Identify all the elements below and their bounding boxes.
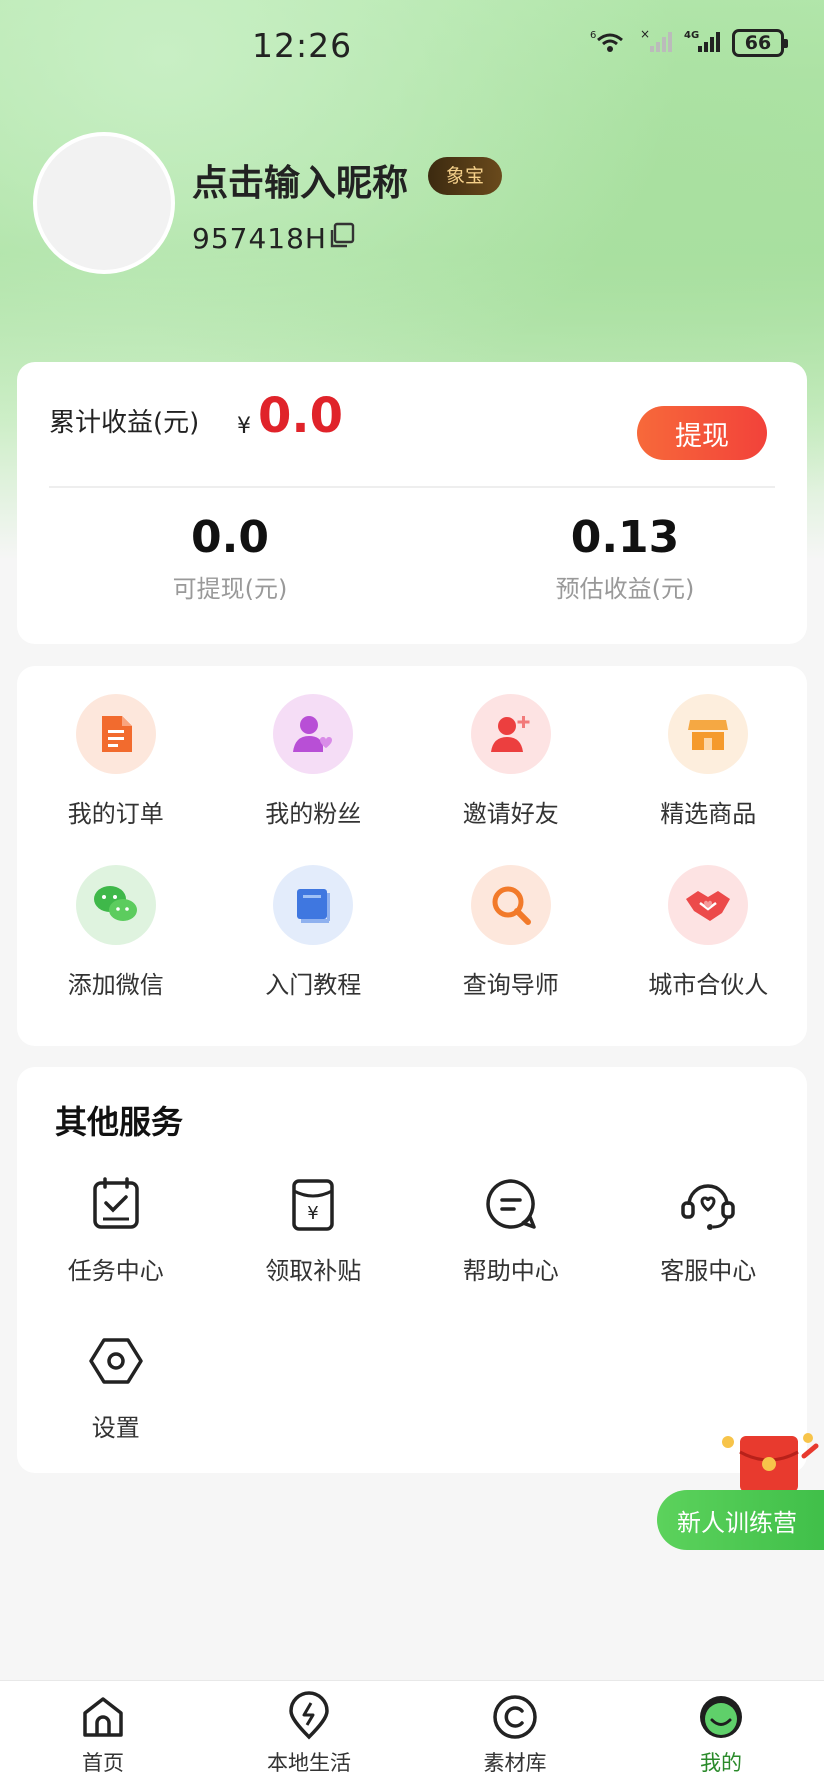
order-icon (75, 694, 156, 774)
nav-local-life[interactable]: 本地生活 (206, 1681, 412, 1784)
wifi-icon: 6 (590, 28, 630, 58)
nav-label: 首页 (82, 1751, 124, 1775)
nickname[interactable]: 点击输入昵称 (192, 154, 408, 206)
grid-item-label: 我的粉丝 (265, 800, 362, 828)
copy-icon[interactable] (327, 222, 355, 250)
grid-item-wechat[interactable]: 添加微信 (17, 865, 215, 1000)
stat-label: 可提现(元) (172, 575, 288, 603)
nav-home[interactable]: 首页 (0, 1681, 206, 1784)
service-label: 客服中心 (660, 1257, 757, 1285)
fans-icon (273, 694, 354, 774)
currency-symbol: ¥ (237, 414, 251, 439)
grid-item-label: 添加微信 (67, 971, 164, 999)
help-icon (486, 1179, 536, 1229)
grid-item-label: 精选商品 (660, 800, 757, 828)
other-services-card: 其他服务 任务中心 ¥ 领取补贴 帮助中心 客服中心 设置 (17, 1067, 807, 1473)
nav-profile[interactable]: 我的 (618, 1681, 824, 1784)
service-subsidy[interactable]: ¥ 领取补贴 (215, 1173, 413, 1286)
nav-label: 我的 (700, 1751, 742, 1775)
shop-icon (668, 694, 749, 774)
nav-label: 素材库 (483, 1751, 547, 1775)
estimated-earnings-stat[interactable]: 0.13 预估收益(元) (495, 512, 755, 604)
grid-item-fans[interactable]: 我的粉丝 (215, 694, 413, 829)
service-label: 设置 (91, 1414, 140, 1442)
task-icon (93, 1177, 139, 1229)
materials-icon (493, 1695, 537, 1739)
book-icon (273, 865, 354, 945)
grid-item-mentor[interactable]: 查询导师 (412, 865, 610, 1000)
grid-item-tutorial[interactable]: 入门教程 (215, 865, 413, 1000)
search-icon (470, 865, 551, 945)
handshake-icon (668, 865, 749, 945)
nav-materials[interactable]: 素材库 (412, 1681, 618, 1784)
service-label: 帮助中心 (462, 1257, 559, 1285)
profile-icon (700, 1696, 742, 1738)
battery-indicator: 66 (732, 29, 788, 57)
grid-item-label: 我的订单 (67, 800, 164, 828)
nav-label: 本地生活 (267, 1751, 351, 1775)
service-customer-support[interactable]: 客服中心 (610, 1173, 808, 1286)
grid-item-label: 入门教程 (265, 971, 362, 999)
member-badge: 象宝 (428, 157, 503, 195)
grid-item-orders[interactable]: 我的订单 (17, 694, 215, 829)
wechat-icon (75, 865, 156, 945)
section-title: 其他服务 (55, 1103, 184, 1141)
divider (49, 486, 775, 488)
stat-value: 0.0 (191, 512, 269, 563)
status-icons: 6 × 4G 66 (590, 27, 788, 58)
grid-item-partner[interactable]: 城市合伙人 (610, 865, 808, 1000)
svg-text:×: × (640, 28, 650, 41)
service-label: 领取补贴 (265, 1257, 362, 1285)
earnings-total: 0.0 (258, 388, 344, 444)
feature-grid-card: 我的订单 我的粉丝 邀请好友 精选商品 添加微信 入门教程 查询导师 城市合伙人 (17, 666, 807, 1046)
earnings-card: 累计收益(元) ¥ 0.0 提现 0.0 可提现(元) 0.13 预估收益(元) (17, 362, 807, 644)
earnings-label: 累计收益(元) (49, 408, 200, 438)
user-id: 957418H (192, 222, 327, 255)
grid-item-invite[interactable]: 邀请好友 (412, 694, 610, 829)
settings-icon (89, 1338, 143, 1384)
stat-value: 0.13 (570, 512, 680, 563)
svg-text:¥: ¥ (308, 1203, 319, 1224)
avatar[interactable] (33, 132, 175, 274)
grid-item-shop[interactable]: 精选商品 (610, 694, 808, 829)
grid-item-label: 邀请好友 (462, 800, 559, 828)
service-task-center[interactable]: 任务中心 (17, 1173, 215, 1286)
withdraw-button[interactable]: 提现 (637, 406, 767, 460)
stat-label: 预估收益(元) (555, 575, 695, 603)
invite-icon (470, 694, 551, 774)
status-time: 12:26 (252, 26, 353, 65)
service-help-center[interactable]: 帮助中心 (412, 1173, 610, 1286)
withdrawable-stat[interactable]: 0.0 可提现(元) (100, 512, 360, 604)
no-signal-icon: × (640, 27, 674, 58)
svg-text:4G: 4G (684, 30, 699, 41)
svg-text:6: 6 (590, 30, 596, 41)
local-life-icon (289, 1691, 329, 1740)
bottom-navigation: 首页 本地生活 素材库 我的 (0, 1680, 824, 1784)
service-settings[interactable]: 设置 (17, 1330, 215, 1443)
grid-item-label: 查询导师 (462, 971, 559, 999)
signal-4g-icon: 4G (684, 28, 722, 58)
status-bar: 12:26 6 × 4G 66 (0, 0, 824, 95)
subsidy-icon: ¥ (292, 1179, 334, 1231)
newbie-training-camp-button[interactable]: 新人训练营 (657, 1490, 824, 1550)
service-label: 任务中心 (67, 1257, 164, 1285)
support-icon (681, 1184, 735, 1230)
grid-item-label: 城市合伙人 (648, 971, 769, 999)
home-icon (83, 1697, 123, 1737)
